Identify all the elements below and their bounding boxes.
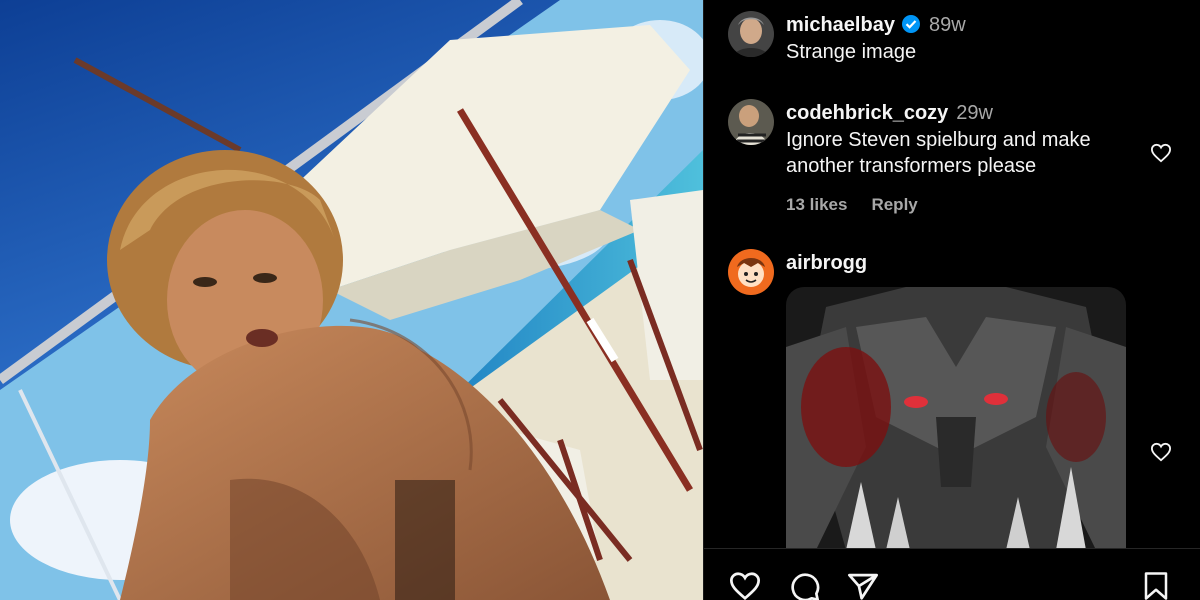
bookmark-icon[interactable]	[1142, 571, 1170, 600]
username[interactable]: codehbrick_cozy	[786, 102, 948, 124]
avatar[interactable]	[728, 11, 774, 57]
username[interactable]: michaelbay	[786, 14, 895, 36]
heart-icon[interactable]	[1150, 143, 1172, 168]
avatar[interactable]	[728, 249, 774, 295]
like-heart-icon[interactable]	[728, 571, 762, 600]
username-row: michaelbay 89w	[786, 13, 966, 40]
comments-panel[interactable]: michaelbay 89w Strange image codehbrick_c…	[704, 0, 1200, 600]
username-row: codehbrick_cozy 29w	[786, 101, 993, 125]
comment-time[interactable]: 29w	[956, 102, 993, 124]
comment-attached-image[interactable]	[786, 287, 1126, 550]
action-bar	[704, 548, 1200, 600]
avatar[interactable]	[728, 99, 774, 145]
likes-count[interactable]: 13 likes	[786, 195, 847, 214]
username-row: airbrogg	[786, 251, 867, 275]
comment-text-line-1: Ignore Steven spielburg and make	[786, 129, 1091, 151]
comment-text: Strange image	[786, 41, 917, 63]
comment-text-line-2: another transformers please	[786, 155, 1037, 177]
verified-badge-icon	[901, 14, 921, 40]
comment-meta: 13 likes Reply	[786, 195, 942, 215]
reply-button[interactable]: Reply	[871, 195, 917, 214]
comment-time[interactable]: 89w	[929, 14, 966, 36]
username[interactable]: airbrogg	[786, 252, 867, 274]
share-icon[interactable]	[846, 571, 880, 600]
comment-icon[interactable]	[788, 571, 822, 600]
post-photo	[0, 0, 703, 600]
heart-icon[interactable]	[1150, 442, 1172, 467]
